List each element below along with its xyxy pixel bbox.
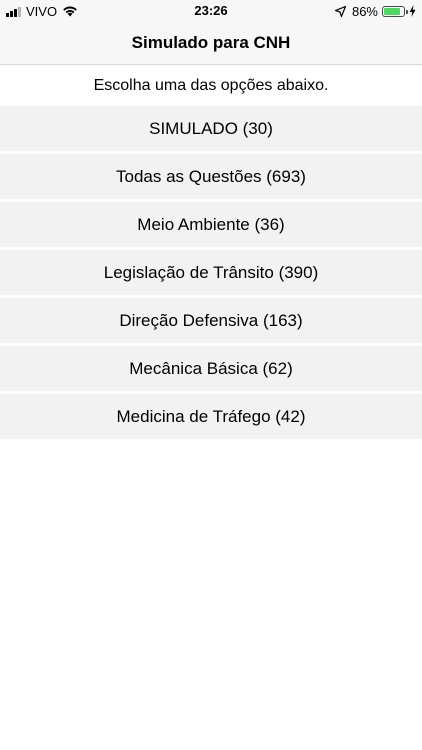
app-screen: VIVO 23:26 86% Simulado para CNH Escolha… — [0, 0, 422, 750]
page-title: Simulado para CNH — [131, 33, 291, 52]
menu-item-meio-ambiente[interactable]: Meio Ambiente (36) — [0, 202, 422, 247]
charging-icon — [409, 5, 416, 17]
menu-item-simulado[interactable]: SIMULADO (30) — [0, 106, 422, 151]
status-bar: VIVO 23:26 86% — [0, 0, 422, 22]
menu-item-mecanica-basica[interactable]: Mecânica Básica (62) — [0, 346, 422, 391]
instruction-text: Escolha uma das opções abaixo. — [0, 66, 422, 106]
options-menu: SIMULADO (30) Todas as Questões (693) Me… — [0, 106, 422, 439]
menu-item-legislacao-transito[interactable]: Legislação de Trânsito (390) — [0, 250, 422, 295]
battery-percent: 86% — [351, 3, 378, 19]
location-icon — [334, 5, 346, 17]
navigation-bar: Simulado para CNH — [0, 22, 422, 65]
menu-item-direcao-defensiva[interactable]: Direção Defensiva (163) — [0, 298, 422, 343]
menu-item-medicina-trafego[interactable]: Medicina de Tráfego (42) — [0, 394, 422, 439]
menu-item-todas-questoes[interactable]: Todas as Questões (693) — [0, 154, 422, 199]
battery-icon — [382, 5, 408, 17]
status-right: 86% — [334, 3, 416, 19]
